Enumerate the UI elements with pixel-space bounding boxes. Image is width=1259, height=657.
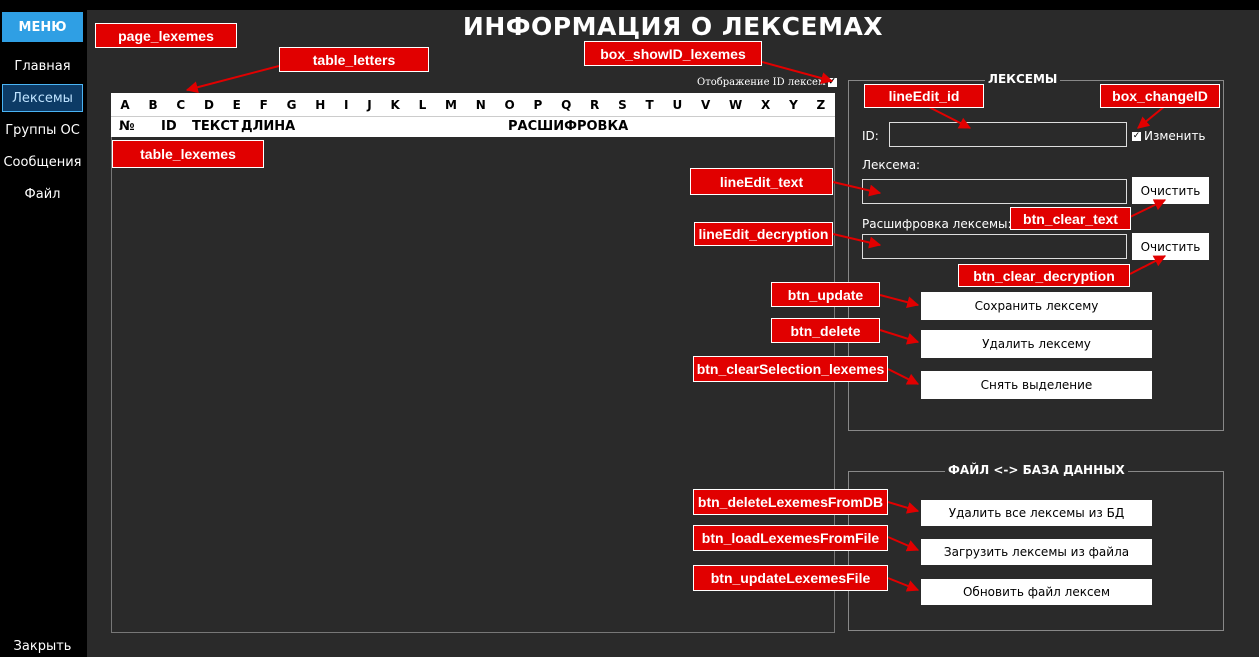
page-lexemes: ИНФОРМАЦИЯ О ЛЕКСЕМАХ Отображение ID лек… — [87, 10, 1259, 657]
letter-cell[interactable]: K — [389, 98, 402, 112]
letter-cell[interactable]: O — [503, 98, 517, 112]
annotation-btn-loadlexemesfromfile: btn_loadLexemesFromFile — [693, 525, 888, 551]
letter-cell[interactable]: S — [616, 98, 629, 112]
change-id-toggle[interactable]: ✓ Изменить — [1132, 129, 1206, 143]
letter-cell[interactable]: P — [532, 98, 545, 112]
id-label: ID: — [862, 129, 879, 143]
file-db-group-title: ФАЙЛ <-> БАЗА ДАННЫХ — [945, 463, 1128, 477]
delete-all-lexemes-button[interactable]: Удалить все лексемы из БД — [921, 500, 1152, 526]
sidebar-item-home[interactable]: Главная — [2, 52, 83, 80]
clear-text-button[interactable]: Очистить — [1132, 177, 1209, 204]
letter-cell[interactable]: Q — [559, 98, 573, 112]
letter-cell[interactable]: C — [174, 98, 187, 112]
annotation-btn-delete: btn_delete — [771, 318, 880, 343]
letter-cell[interactable]: M — [443, 98, 459, 112]
letter-cell[interactable]: W — [727, 98, 744, 112]
letter-cell[interactable]: T — [643, 98, 655, 112]
load-lexemes-button[interactable]: Загрузить лексемы из файла — [921, 539, 1152, 565]
update-lexemes-file-button[interactable]: Обновить файл лексем — [921, 579, 1152, 605]
annotation-btn-deletelexemesfromdb: btn_deleteLexemesFromDB — [693, 489, 888, 515]
sidebar: МЕНЮ Главная Лексемы Группы ОС Сообщения… — [0, 0, 87, 657]
annotation-table-lexemes: table_lexemes — [112, 140, 264, 168]
letters-table: A B C D E F G H I J K L M N O P Q R S T … — [111, 93, 835, 116]
letter-cell[interactable]: G — [285, 98, 299, 112]
letter-cell[interactable]: J — [365, 98, 373, 112]
annotation-btn-update: btn_update — [771, 282, 880, 307]
annotation-btn-updatelexemesfile: btn_updateLexemesFile — [693, 565, 888, 591]
lexemes-group-title: ЛЕКСЕМЫ — [985, 72, 1061, 86]
checkbox-checked-icon[interactable]: ✓ — [827, 78, 837, 87]
sidebar-item-lexemes[interactable]: Лексемы — [2, 84, 83, 112]
clear-decryption-button[interactable]: Очистить — [1132, 233, 1209, 260]
annotation-btn-clear-decryption: btn_clear_decryption — [958, 264, 1130, 287]
change-id-label: Изменить — [1144, 129, 1206, 143]
letter-cell[interactable]: A — [118, 98, 131, 112]
column-header-length[interactable]: ДЛИНА — [241, 119, 295, 134]
sidebar-item-messages[interactable]: Сообщения — [2, 148, 83, 176]
annotation-box-showid-lexemes: box_showID_lexemes — [584, 41, 762, 66]
annotation-btn-clear-text: btn_clear_text — [1010, 207, 1131, 230]
letter-cell[interactable]: U — [670, 98, 684, 112]
app-window: МЕНЮ Главная Лексемы Группы ОС Сообщения… — [0, 0, 1259, 657]
letter-cell[interactable]: F — [258, 98, 270, 112]
annotation-lineedit-decryption: lineEdit_decryption — [694, 222, 833, 246]
sidebar-item-os-groups[interactable]: Группы ОС — [2, 116, 83, 144]
close-button[interactable]: Закрыть — [2, 635, 83, 657]
letter-cell[interactable]: X — [759, 98, 772, 112]
annotation-lineedit-id: lineEdit_id — [864, 84, 984, 108]
annotation-table-letters: table_letters — [279, 47, 429, 72]
annotation-box-changeid: box_changeID — [1100, 84, 1220, 108]
column-header-decryption[interactable]: РАСШИФРОВКА — [508, 119, 628, 134]
lexeme-label: Лексема: — [862, 158, 921, 172]
lexemes-table-header: № ID ТЕКСТ ДЛИНА РАСШИФРОВКА — [111, 116, 835, 138]
page-title: ИНФОРМАЦИЯ О ЛЕКСЕМАХ — [462, 12, 884, 41]
letter-cell[interactable]: Z — [815, 98, 828, 112]
letter-cell[interactable]: Y — [787, 98, 800, 112]
letter-cell[interactable]: I — [342, 98, 350, 112]
save-lexeme-button[interactable]: Сохранить лексему — [921, 292, 1152, 320]
clear-selection-button[interactable]: Снять выделение — [921, 371, 1152, 399]
letter-cell[interactable]: V — [699, 98, 712, 112]
lexeme-text-input[interactable] — [862, 179, 1127, 204]
menu-button[interactable]: МЕНЮ — [2, 12, 83, 42]
show-id-label: Отображение ID лексем — [697, 77, 826, 88]
letter-cell[interactable]: B — [146, 98, 159, 112]
column-header-text[interactable]: ТЕКСТ — [192, 119, 239, 134]
decryption-label: Расшифровка лексемы: — [862, 217, 1012, 231]
id-input[interactable] — [889, 122, 1127, 147]
checkbox-checked-icon[interactable]: ✓ — [1132, 131, 1141, 141]
letter-cell[interactable]: N — [474, 98, 488, 112]
sidebar-item-file[interactable]: Файл — [2, 180, 83, 208]
lexemes-table-body[interactable] — [111, 137, 835, 633]
letter-cell[interactable]: H — [313, 98, 327, 112]
column-header-number[interactable]: № — [119, 119, 135, 134]
letter-cell[interactable]: R — [588, 98, 601, 112]
letter-cell[interactable]: L — [417, 98, 429, 112]
annotation-btn-clearselection-lexemes: btn_clearSelection_lexemes — [693, 356, 888, 382]
letter-cell[interactable]: E — [231, 98, 243, 112]
delete-lexeme-button[interactable]: Удалить лексему — [921, 330, 1152, 358]
annotation-page-lexemes: page_lexemes — [95, 23, 237, 48]
decryption-input[interactable] — [862, 234, 1127, 259]
annotation-lineedit-text: lineEdit_text — [690, 168, 833, 195]
show-id-toggle[interactable]: Отображение ID лексем ✓ — [697, 77, 837, 88]
column-header-id[interactable]: ID — [161, 119, 177, 134]
letter-cell[interactable]: D — [202, 98, 216, 112]
